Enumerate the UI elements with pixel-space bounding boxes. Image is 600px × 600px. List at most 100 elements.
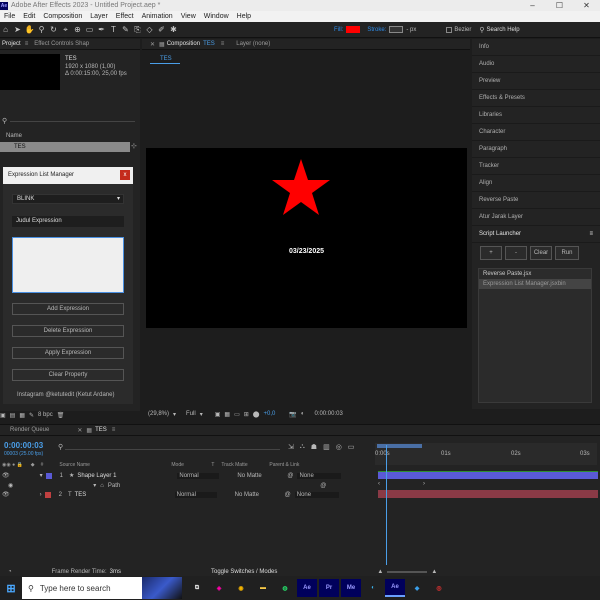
zoom-tool-icon[interactable]: ⚲ — [36, 24, 47, 35]
menu-effect[interactable]: Effect — [116, 13, 134, 20]
layer-1-bar[interactable] — [378, 471, 598, 479]
tab-effect-controls[interactable]: Effect Controls Shap — [34, 41, 89, 47]
menu-file[interactable]: File — [4, 13, 15, 20]
script-clear-button[interactable]: Clear — [530, 246, 552, 260]
panel-info[interactable]: Info — [472, 39, 600, 56]
script-item-reverse-paste[interactable]: Reverse Paste.jsx — [479, 269, 591, 279]
expression-code-textarea[interactable] — [12, 237, 124, 293]
apply-expression-button[interactable]: Apply Expression — [12, 347, 124, 359]
tab-layer[interactable]: Layer (none) — [236, 41, 270, 47]
roto-brush-tool-icon[interactable]: ✐ — [156, 24, 167, 35]
panel-paragraph[interactable]: Paragraph — [472, 141, 600, 158]
panel-preview[interactable]: Preview — [472, 73, 600, 90]
panel-audio[interactable]: Audio — [472, 56, 600, 73]
audio-icon[interactable]: ◉ — [8, 482, 13, 489]
close-timeline-tab-icon[interactable]: ✕ — [77, 427, 82, 434]
puppet-tool-icon[interactable]: ✱ — [168, 24, 179, 35]
grid-icon[interactable]: ⊞ — [244, 411, 249, 418]
source-name-header[interactable]: Source Name — [59, 462, 171, 468]
stroke-width-value[interactable]: - px — [406, 27, 416, 33]
edge-icon[interactable]: ◐ — [363, 579, 383, 597]
panel-menu-icon[interactable]: ≡ — [25, 41, 29, 47]
menu-view[interactable]: View — [181, 13, 196, 20]
comp-timecode[interactable]: 0:00:00:03 — [314, 411, 342, 417]
layer-label-color[interactable] — [44, 491, 51, 498]
menu-window[interactable]: Window — [204, 13, 229, 20]
project-row-tes[interactable]: TES — [0, 142, 130, 152]
mode-header[interactable]: Mode — [171, 462, 211, 468]
snapshot-icon[interactable]: 📷 — [289, 411, 296, 418]
pan-behind-tool-icon[interactable]: ⊕ — [72, 24, 83, 35]
layer-track-matte[interactable]: No Matte — [237, 473, 283, 479]
panel-libraries[interactable]: Libraries — [472, 107, 600, 124]
script-remove-button[interactable]: - — [505, 246, 527, 260]
trash-icon[interactable]: 🗑 — [57, 412, 65, 419]
zoom-in-icon[interactable]: ▲ — [431, 569, 437, 575]
time-ruler[interactable]: 0:00s 01s 02s 03s — [375, 443, 597, 465]
tab-render-queue[interactable]: Render Queue — [10, 427, 49, 433]
comp-panel-menu-icon[interactable]: ≡ — [221, 41, 225, 47]
show-snapshot-icon[interactable]: ◐ — [301, 411, 305, 417]
windows-start-icon[interactable]: ⊞ — [1, 579, 21, 597]
menu-composition[interactable]: Composition — [43, 13, 82, 20]
project-search-icon[interactable]: ⚲ — [2, 117, 7, 125]
selection-tool-icon[interactable]: ➤ — [12, 24, 23, 35]
new-folder-icon[interactable]: ▤ — [10, 412, 16, 419]
parent-pickwhip-icon[interactable]: @ — [285, 492, 291, 498]
tab-composition-name[interactable]: TES — [203, 41, 215, 47]
script-launcher-header[interactable]: Script Launcher ≡ — [472, 226, 600, 243]
frame-blending-icon[interactable]: ▥ — [323, 443, 330, 451]
panel-tracker[interactable]: Tracker — [472, 158, 600, 175]
search-help-input[interactable]: Search Help — [487, 27, 520, 33]
after-effects-taskbar-icon[interactable]: Ae — [297, 579, 317, 597]
taskbar-search-box[interactable]: ⚲ Type here to search — [22, 577, 142, 599]
close-window-button[interactable]: ✕ — [573, 0, 600, 11]
comp-subtab[interactable]: TES — [160, 56, 172, 62]
zoom-slider[interactable] — [387, 571, 428, 573]
visibility-eye-icon[interactable]: 👁 — [2, 491, 10, 498]
color-channels-icon[interactable]: ⬤ — [253, 411, 260, 418]
parent-pickwhip-icon[interactable]: @ — [287, 473, 293, 479]
zoom-dropdown[interactable]: (29,8%) — [148, 411, 169, 417]
visibility-eye-icon[interactable]: 👁 — [2, 472, 10, 479]
panel-atur-jarak-layer[interactable]: Atur Jarak Layer — [472, 209, 600, 226]
playhead[interactable] — [386, 445, 387, 565]
expand-arrow-icon[interactable]: ▾ — [40, 472, 43, 479]
menu-animation[interactable]: Animation — [142, 13, 173, 20]
layer-name[interactable]: TES — [75, 492, 175, 498]
mask-visibility-icon[interactable]: ▭ — [234, 411, 240, 418]
name-column-header[interactable]: Name — [6, 133, 22, 139]
motion-blur-icon[interactable]: ◎ — [336, 443, 342, 451]
panel-effects-presets[interactable]: Effects & Presets — [472, 90, 600, 107]
layer-parent[interactable]: None — [297, 472, 342, 479]
path-property-name[interactable]: Path — [108, 483, 120, 489]
camera-tool-icon[interactable]: ⌖ — [60, 24, 71, 35]
layer-label-color[interactable] — [45, 472, 52, 479]
panel-character[interactable]: Character — [472, 124, 600, 141]
layer-parent[interactable]: None — [294, 491, 339, 498]
flowchart-icon[interactable]: ⊹ — [131, 142, 137, 150]
adjust-icon[interactable]: ✎ — [29, 412, 34, 419]
hand-tool-icon[interactable]: ✋ — [24, 24, 35, 35]
task-view-icon[interactable]: ⧉ — [187, 579, 207, 597]
bpc-label[interactable]: 8 bpc — [38, 412, 53, 418]
toggle-switches-modes[interactable]: Toggle Switches / Modes — [211, 569, 277, 575]
clone-stamp-tool-icon[interactable]: ⎘ — [132, 24, 143, 35]
new-comp-icon[interactable]: ▦ — [19, 412, 25, 419]
panel-align[interactable]: Align — [472, 175, 600, 192]
layer-row[interactable]: 👁 › 2 T TES Normal No Matte @ None — [0, 490, 372, 499]
comp-toggle-icon[interactable]: ◔ — [8, 569, 12, 575]
t-header[interactable]: T — [211, 462, 221, 468]
home-icon[interactable]: ⌂ — [0, 24, 11, 35]
script-run-button[interactable]: Run — [555, 246, 579, 260]
eraser-tool-icon[interactable]: ◇ — [144, 24, 155, 35]
clear-property-button[interactable]: Clear Property — [12, 369, 124, 381]
rectangle-tool-icon[interactable]: ▭ — [84, 24, 95, 35]
menu-edit[interactable]: Edit — [23, 13, 35, 20]
timeline-menu-icon[interactable]: ≡ — [112, 427, 116, 433]
collapse-arrow-icon[interactable]: › — [40, 492, 42, 498]
composition-viewer[interactable]: 03/23/2025 — [146, 148, 467, 328]
shy-layers-icon[interactable]: ☗ — [311, 443, 317, 451]
copilot-icon[interactable]: ◈ — [209, 579, 229, 597]
bezier-checkbox[interactable] — [446, 26, 453, 33]
